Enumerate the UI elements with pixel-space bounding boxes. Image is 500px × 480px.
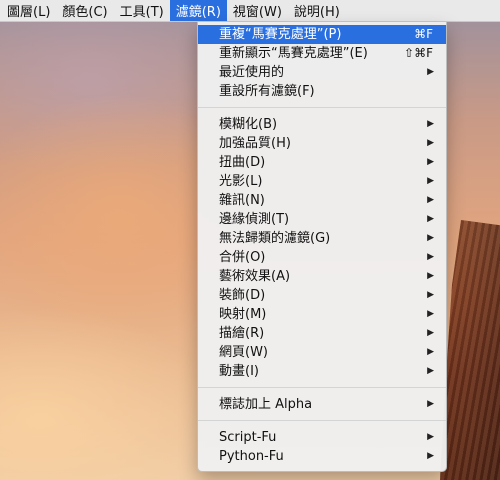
menu-item-label: 標誌加上 Alpha: [219, 397, 313, 412]
menu-item-blur[interactable]: 模糊化(B) ▶: [198, 115, 446, 134]
submenu-arrow-icon: ▶: [427, 328, 434, 338]
submenu-arrow-icon: ▶: [427, 138, 434, 148]
menu-item-recently-used[interactable]: 最近使用的 ▶: [198, 63, 446, 82]
submenu-arrow-icon: ▶: [427, 290, 434, 300]
filters-dropdown-menu: 重複“馬賽克處理”(P) ⌘F 重新顯示“馬賽克處理”(E) ⇧⌘F 最近使用的…: [197, 22, 447, 472]
menu-item-label: 重複“馬賽克處理”(P): [219, 27, 342, 42]
menu-item-reset-all-filters[interactable]: 重設所有濾鏡(F): [198, 82, 446, 101]
menu-separator: [198, 387, 446, 388]
submenu-arrow-icon: ▶: [427, 119, 434, 129]
menubar-item-windows[interactable]: 視窗(W): [227, 0, 288, 21]
menu-item-web[interactable]: 網頁(W) ▶: [198, 343, 446, 362]
menu-item-generic[interactable]: 無法歸類的濾鏡(G) ▶: [198, 229, 446, 248]
menu-item-label: 光影(L): [219, 174, 263, 189]
submenu-arrow-icon: ▶: [427, 399, 434, 409]
submenu-arrow-icon: ▶: [427, 252, 434, 262]
menu-item-label: 描繪(R): [219, 326, 265, 341]
menu-item-label: 網頁(W): [219, 345, 268, 360]
menu-item-label: 合併(O): [219, 250, 266, 265]
menu-item-label: Script-Fu: [219, 430, 277, 445]
menu-item-noise[interactable]: 雜訊(N) ▶: [198, 191, 446, 210]
submenu-arrow-icon: ▶: [427, 271, 434, 281]
menu-separator: [198, 420, 446, 421]
submenu-arrow-icon: ▶: [427, 67, 434, 77]
menu-item-edge-detect[interactable]: 邊緣偵測(T) ▶: [198, 210, 446, 229]
menu-item-label: 重設所有濾鏡(F): [219, 84, 315, 99]
menu-item-label: 邊緣偵測(T): [219, 212, 290, 227]
shortcut-label: ⌘F: [414, 27, 433, 41]
menu-item-script-fu[interactable]: Script-Fu ▶: [198, 428, 446, 447]
submenu-arrow-icon: ▶: [427, 195, 434, 205]
submenu-arrow-icon: ▶: [427, 214, 434, 224]
menu-item-render[interactable]: 描繪(R) ▶: [198, 324, 446, 343]
menu-item-label: 雜訊(N): [219, 193, 265, 208]
submenu-arrow-icon: ▶: [427, 451, 434, 461]
menu-item-label: 無法歸類的濾鏡(G): [219, 231, 331, 246]
menubar-item-help[interactable]: 說明(H): [288, 0, 346, 21]
menu-item-distorts[interactable]: 扭曲(D) ▶: [198, 153, 446, 172]
menu-item-light-and-shadow[interactable]: 光影(L) ▶: [198, 172, 446, 191]
menu-item-reshow-last[interactable]: 重新顯示“馬賽克處理”(E) ⇧⌘F: [198, 44, 446, 63]
menubar-item-tools[interactable]: 工具(T): [114, 0, 170, 21]
menu-item-label: 最近使用的: [219, 65, 285, 80]
menubar-item-colors[interactable]: 顏色(C): [56, 0, 113, 21]
menu-item-map[interactable]: 映射(M) ▶: [198, 305, 446, 324]
menubar-item-layer[interactable]: 圖層(L): [1, 0, 56, 21]
menubar-item-filters[interactable]: 濾鏡(R): [169, 0, 227, 21]
menu-separator: [198, 107, 446, 108]
menu-item-python-fu[interactable]: Python-Fu ▶: [198, 447, 446, 466]
submenu-arrow-icon: ▶: [427, 157, 434, 167]
submenu-arrow-icon: ▶: [427, 309, 434, 319]
shortcut-label: ⇧⌘F: [404, 46, 433, 60]
menubar: 圖層(L) 顏色(C) 工具(T) 濾鏡(R) 視窗(W) 說明(H): [0, 0, 500, 22]
menu-item-enhance[interactable]: 加強品質(H) ▶: [198, 134, 446, 153]
menu-item-label: 藝術效果(A): [219, 269, 291, 284]
menu-item-combine[interactable]: 合併(O) ▶: [198, 248, 446, 267]
menu-item-label: 動畫(I): [219, 364, 259, 379]
menu-item-alpha-to-logo[interactable]: 標誌加上 Alpha ▶: [198, 395, 446, 414]
menu-item-label: 加強品質(H): [219, 136, 291, 151]
menu-item-animation[interactable]: 動畫(I) ▶: [198, 362, 446, 381]
submenu-arrow-icon: ▶: [427, 176, 434, 186]
menu-item-label: 重新顯示“馬賽克處理”(E): [219, 46, 368, 61]
menu-item-label: 裝飾(D): [219, 288, 266, 303]
submenu-arrow-icon: ▶: [427, 432, 434, 442]
menu-item-label: 扭曲(D): [219, 155, 266, 170]
desktop-wallpaper-cliff: [440, 220, 500, 480]
menu-item-decor[interactable]: 裝飾(D) ▶: [198, 286, 446, 305]
menu-item-label: 模糊化(B): [219, 117, 278, 132]
menu-item-label: Python-Fu: [219, 449, 284, 464]
menu-item-label: 映射(M): [219, 307, 267, 322]
submenu-arrow-icon: ▶: [427, 366, 434, 376]
submenu-arrow-icon: ▶: [427, 347, 434, 357]
menu-item-repeat-last[interactable]: 重複“馬賽克處理”(P) ⌘F: [198, 25, 446, 44]
menu-item-artistic[interactable]: 藝術效果(A) ▶: [198, 267, 446, 286]
submenu-arrow-icon: ▶: [427, 233, 434, 243]
